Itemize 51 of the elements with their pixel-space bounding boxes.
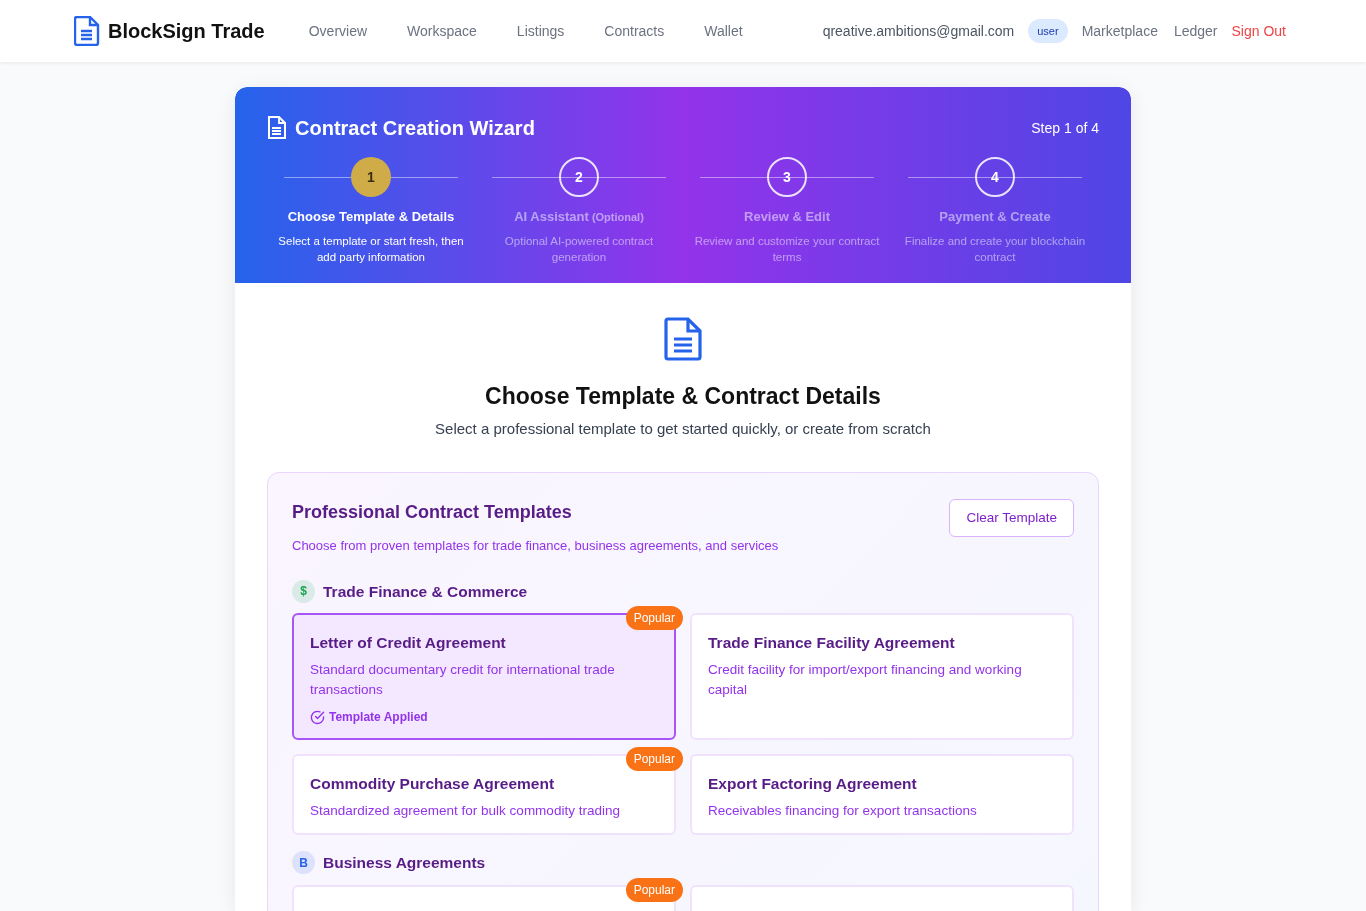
panel-title: Professional Contract Templates <box>292 501 573 524</box>
step-number: 4 <box>975 157 1015 197</box>
step-description: Select a template or start fresh, then add party information <box>277 233 465 265</box>
card-title: Commodity Purchase Agreement <box>310 774 556 794</box>
panel-subtitle: Choose from proven templates for trade finance, business agreements, and services <box>292 537 779 555</box>
popular-tag: Popular <box>625 877 683 902</box>
user-email: qreative.ambitions@gmail.com <box>822 21 1015 41</box>
document-icon <box>267 116 287 140</box>
card-description: Standardized agreement for bulk commodity trading <box>310 802 621 821</box>
card-title: Export Factoring Agreement <box>708 774 918 794</box>
step-description: Review and customize your contract terms <box>693 233 881 265</box>
nav-link[interactable]: Ledger <box>1173 20 1218 42</box>
role-tag: user <box>1028 18 1068 44</box>
step-number: 1 <box>351 157 391 197</box>
nav-link[interactable]: Overview <box>308 20 368 42</box>
card-title: Trade Finance Facility Agreement <box>708 632 956 653</box>
step-description: Optional AI-powered contract generation <box>503 233 655 265</box>
card-description: Credit facility for import/export financing and working capital <box>708 661 1023 699</box>
sign-out-link[interactable]: Sign Out <box>1231 20 1286 42</box>
step-description: Finalize and create your blockchain contract <box>903 233 1087 265</box>
nav-link[interactable]: Workspace <box>407 20 477 42</box>
card-description: Receivables financing for export transactions <box>708 802 978 821</box>
card-title: Letter of Credit Agreement <box>310 632 507 653</box>
category-title: Trade Finance & Commerce <box>323 581 528 602</box>
document-icon <box>664 317 702 361</box>
section-title: Choose Template & Contract Details <box>484 382 882 411</box>
step-title: Review & Edit <box>743 208 831 226</box>
category-icon: B <box>292 851 315 875</box>
applied-status: Template Applied <box>329 709 428 726</box>
step-title: Choose Template & Details <box>286 208 456 226</box>
nav-link[interactable]: Contracts <box>604 20 665 42</box>
nav-link[interactable]: Marketplace <box>1081 20 1158 42</box>
brand-name: BlockSign Trade <box>108 19 265 44</box>
section-subtitle: Select a professional template to get started quickly, or create from scratch <box>434 418 932 439</box>
category-icon: $ <box>292 579 315 603</box>
step-number: 3 <box>767 157 807 197</box>
clear-template-button[interactable]: Clear Template <box>949 499 1074 538</box>
category-title: Business Agreements <box>323 853 486 874</box>
document-icon <box>74 16 100 46</box>
template-card[interactable]: Export Factoring Agreement Receivables financing for export transactions <box>690 754 1074 836</box>
step-number: 2 <box>559 157 599 197</box>
nav-link[interactable]: Listings <box>516 20 565 42</box>
popular-tag: Popular <box>625 747 683 771</box>
popular-tag: Popular <box>625 605 683 630</box>
nav-link[interactable]: Wallet <box>704 20 743 42</box>
step-title: AI Assistant (Optional) <box>513 208 645 226</box>
card-description: Standard documentary credit for international trade transactions <box>310 661 616 699</box>
wizard-title: Contract Creation Wizard <box>295 116 535 141</box>
step-counter: Step 1 of 4 <box>1031 118 1099 138</box>
step-title: Payment & Create <box>938 208 1052 226</box>
template-card[interactable]: Trade Finance Facility Agreement Credit facility for import/export financing and working capital <box>690 612 1074 740</box>
